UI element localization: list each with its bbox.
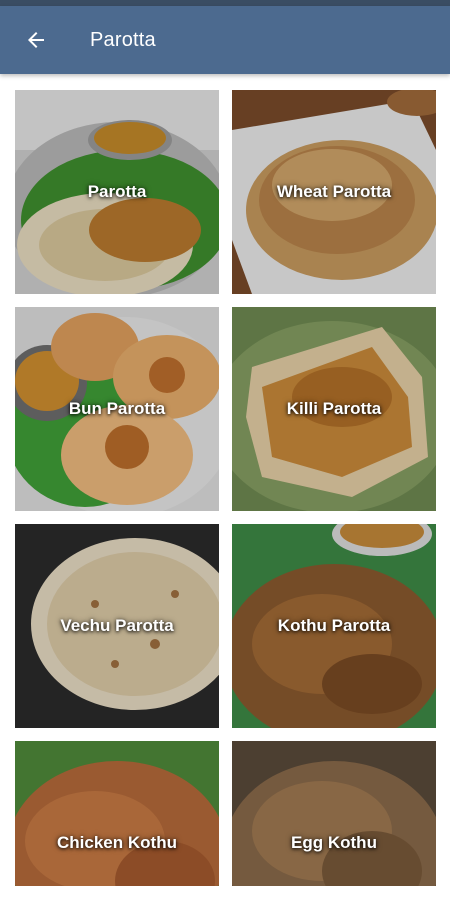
arrow-left-icon <box>28 32 44 48</box>
recipe-label: Wheat Parotta <box>276 182 392 201</box>
app-bar: Parotta <box>0 6 450 74</box>
recipe-label: Egg Kothu <box>291 833 377 852</box>
recipe-grid: Parotta Wheat Parotta Bun Parotta Killi … <box>0 74 450 900</box>
recipe-tile-bun-parotta[interactable]: Bun Parotta <box>15 307 219 511</box>
bottom-edge <box>0 886 450 900</box>
recipe-label: Chicken Kothu <box>57 833 177 852</box>
recipe-label: Bun Parotta <box>68 399 166 418</box>
back-button[interactable] <box>14 18 58 62</box>
recipe-label: Vechu Parotta <box>60 616 174 635</box>
recipe-photo <box>232 741 436 900</box>
recipe-tile-kothu-parotta[interactable]: Kothu Parotta <box>232 524 436 728</box>
recipe-label: Kothu Parotta <box>277 616 391 635</box>
recipe-tile-vechu-parotta[interactable]: Vechu Parotta <box>15 524 219 728</box>
recipe-photo <box>15 741 219 900</box>
recipe-tile-chicken-kothu[interactable]: Chicken Kothu <box>15 741 219 900</box>
recipe-label: Killi Parotta <box>286 399 382 418</box>
recipe-tile-killi-parotta[interactable]: Killi Parotta <box>232 307 436 511</box>
recipe-tile-egg-kothu[interactable]: Egg Kothu <box>232 741 436 900</box>
page-title: Parotta <box>90 29 156 51</box>
recipe-tile-wheat-parotta[interactable]: Wheat Parotta <box>232 90 436 294</box>
recipe-tile-parotta[interactable]: Parotta <box>15 90 219 294</box>
recipe-label: Parotta <box>87 182 147 201</box>
